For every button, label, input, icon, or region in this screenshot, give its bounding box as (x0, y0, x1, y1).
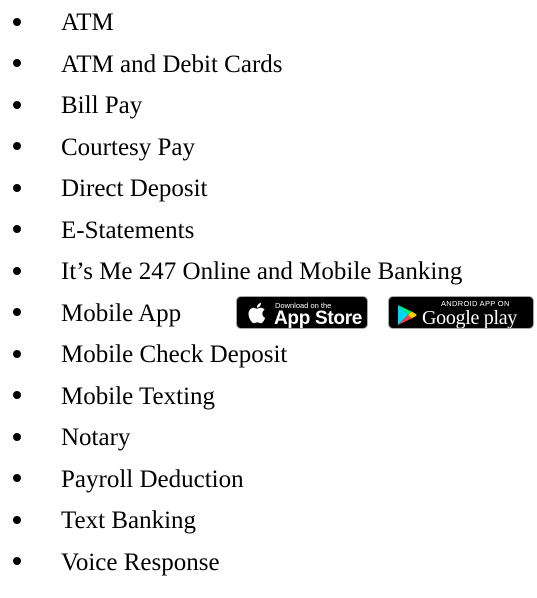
list-item-label: Voice Response (61, 548, 220, 576)
list-item-label: Mobile Texting (61, 382, 216, 410)
list-item-mobile-texting: Mobile Texting (0, 374, 537, 416)
list-item-label: Payroll Deduction (61, 465, 244, 493)
list-item-bill-pay: Bill Pay (0, 83, 537, 125)
bullet-icon (13, 142, 21, 151)
list-item-e-statements: E-Statements (0, 208, 537, 250)
list-item-label: Mobile Check Deposit (61, 341, 288, 368)
bullet-icon (13, 225, 21, 234)
list-item-payroll-deduction: Payroll Deduction (0, 457, 537, 499)
list-item-label: ATM (61, 9, 114, 36)
list-item-mobile-app: Mobile App Download on the App Store AND… (0, 291, 537, 333)
apple-icon (248, 302, 266, 323)
bullet-icon (13, 266, 21, 275)
app-store-big-text: App Store (274, 307, 363, 329)
google-play-big-text: Google play (422, 306, 518, 329)
list-item-atm: ATM (0, 0, 537, 42)
bullet-icon (13, 557, 21, 566)
list-item-label: Direct Deposit (61, 175, 208, 202)
bullet-icon (13, 391, 21, 400)
list-item-courtesy-pay: Courtesy Pay (0, 125, 537, 167)
list-item-label: It’s Me 247 Online and Mobile Banking (61, 258, 463, 285)
bullet-icon (13, 474, 21, 483)
list-item-online-mobile-banking: It’s Me 247 Online and Mobile Banking (0, 249, 537, 291)
bullet-icon (13, 515, 21, 524)
bullet-icon (13, 349, 21, 358)
bullet-icon (13, 308, 21, 317)
list-item-mobile-check-deposit: Mobile Check Deposit (0, 332, 537, 374)
bullet-icon (13, 17, 21, 26)
list-item-label: Courtesy Pay (61, 133, 196, 161)
list-item-label: ATM and Debit Cards (61, 50, 283, 78)
list-item-atm-and-debit-cards: ATM and Debit Cards (0, 42, 537, 84)
list-item-notary: Notary (0, 415, 537, 457)
bullet-icon (13, 59, 21, 68)
list-item-label: Text Banking (61, 507, 197, 534)
google-play-icon (398, 304, 417, 325)
google-play-badge[interactable]: ANDROID APP ON Google play (388, 295, 534, 329)
list-item-direct-deposit: Direct Deposit (0, 166, 537, 208)
list-item-voice-response: Voice Response (0, 540, 537, 582)
bullet-icon (13, 100, 21, 109)
list-item-label: Mobile App (61, 299, 182, 327)
bullet-icon (13, 432, 21, 441)
list-item-label: Bill Pay (61, 92, 143, 119)
app-store-badge[interactable]: Download on the App Store (236, 295, 368, 329)
list-item-label: E-Statements (61, 216, 195, 244)
bullet-icon (13, 183, 21, 192)
list-item-label: Notary (61, 424, 131, 451)
services-list: ATM ATM and Debit Cards Bill Pay Courtes… (0, 0, 537, 581)
list-item-text-banking: Text Banking (0, 498, 537, 540)
